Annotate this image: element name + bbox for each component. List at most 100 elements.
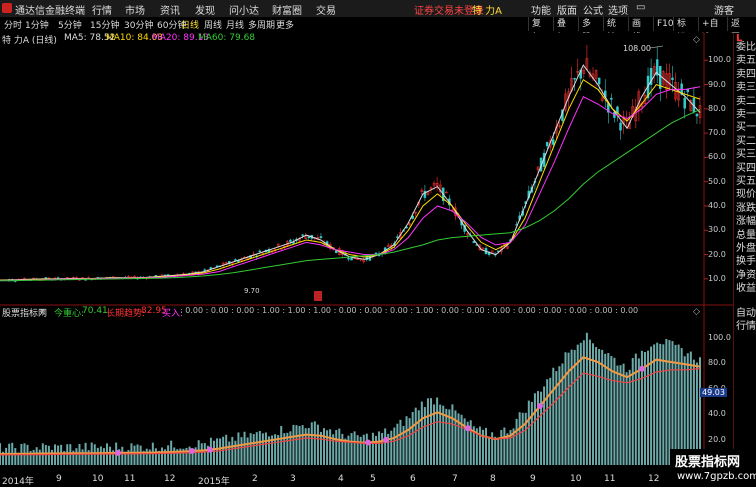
sub-bar <box>536 391 539 465</box>
menu-item-banmian[interactable]: 版面 <box>557 2 577 17</box>
menu-item-gongneng[interactable]: 功能 <box>531 2 551 17</box>
chart-title: 特 力A (日线) <box>2 36 57 46</box>
sub-bar <box>665 338 668 465</box>
sub-bar <box>500 430 503 465</box>
sub-arrow-icon[interactable]: ▾ <box>40 307 45 317</box>
settings-icon[interactable]: ◇ <box>693 35 700 45</box>
x-axis-label: 5 <box>370 474 376 484</box>
x-axis-label: 9 <box>530 474 536 484</box>
sub-bar <box>374 435 377 465</box>
tab-1min[interactable]: 1分钟 <box>25 18 49 31</box>
tab-fenshi[interactable]: 分时 <box>4 18 22 31</box>
main-axis-tick: 50.0 <box>708 176 726 186</box>
menu-item-xuanxiang[interactable]: 选项 <box>608 2 628 17</box>
sub-bar <box>350 433 353 465</box>
side-bottom-label[interactable]: 行情 <box>736 320 756 333</box>
peak-label: 108.00 <box>623 44 651 53</box>
tab-more[interactable]: 更多 <box>276 18 294 31</box>
tab-monthly[interactable]: 月线 <box>226 18 244 31</box>
buy-signal-marker <box>465 425 471 432</box>
sub-bar <box>5 447 8 465</box>
side-bottom-label[interactable]: 自动 <box>736 307 756 320</box>
candle-body <box>472 241 476 243</box>
candle-body <box>683 97 686 109</box>
sub-bar <box>515 418 518 465</box>
tab-daily[interactable]: 日线 <box>181 18 199 31</box>
sub-bar <box>546 379 549 465</box>
side-label: 买四 <box>736 162 756 174</box>
sub-axis-tick: 100.0 <box>708 332 731 342</box>
sub-bar <box>634 353 637 465</box>
sub-bar <box>671 341 674 465</box>
menu-bar: 通达信金融终端 行情 市场 资讯 发现 问小达 财富圈 交易 证券交易未登录 特… <box>0 0 756 18</box>
sub-bar <box>75 448 78 465</box>
sub-bar <box>497 437 500 465</box>
sub-bar <box>295 425 298 465</box>
sub-bar <box>96 447 99 465</box>
tab-30min[interactable]: 30分钟 <box>124 18 153 31</box>
add-favorite-button[interactable]: +自选 <box>698 17 722 43</box>
sub-bar <box>585 332 588 465</box>
menu-item-shichang[interactable]: 市场 <box>125 2 145 17</box>
tab-weekly[interactable]: 周线 <box>204 18 222 31</box>
draw-line-button[interactable]: 画线 <box>628 17 644 43</box>
sub-bar <box>133 445 136 465</box>
ma60-legend: MA60: 79.68 <box>198 33 256 43</box>
sub-bar <box>604 353 607 465</box>
x-axis-label: 8 <box>490 474 496 484</box>
sub-bar <box>454 410 457 465</box>
multi-stock-button[interactable]: 多股 <box>578 17 594 43</box>
sub-bar <box>485 427 488 465</box>
main-axis-tick: 60.0 <box>708 152 726 162</box>
sub-bar <box>518 412 521 465</box>
sub-bar <box>625 372 628 465</box>
buy-signal-marker <box>189 448 195 455</box>
mark-button[interactable]: 标记 <box>673 17 689 43</box>
menu-item-zixun[interactable]: 资讯 <box>160 2 180 17</box>
sub-bar <box>414 407 417 465</box>
x-axis-label: 7 <box>452 474 458 484</box>
main-axis-tick: 10.0 <box>708 273 726 283</box>
sub-bar <box>582 340 585 465</box>
sub-bar <box>200 443 203 465</box>
fuquan-button[interactable]: 复权 <box>528 17 544 43</box>
sub-bar <box>356 435 359 465</box>
tab-multi-period[interactable]: 多周期 <box>248 18 275 31</box>
sub-settings-icon[interactable]: ◇ <box>693 307 700 317</box>
x-axis-label: 2014年 <box>2 477 34 487</box>
sub-bar <box>246 437 249 465</box>
menu-item-jiaoyi[interactable]: 交易 <box>316 2 336 17</box>
menu-item-hangqing[interactable]: 行情 <box>92 2 112 17</box>
sub-axis-tick: 80.0 <box>708 358 726 368</box>
back-button[interactable]: 返回 <box>727 17 743 43</box>
sub-bar <box>436 397 439 465</box>
sub-bar <box>637 358 640 465</box>
menu-item-gongshi[interactable]: 公式 <box>583 2 603 17</box>
sub-bar <box>622 363 625 465</box>
sub-bar <box>543 386 546 465</box>
menu-item-wenxiaoda[interactable]: 问小达 <box>229 2 259 17</box>
candle-body <box>347 258 350 260</box>
user-label[interactable]: 游客 <box>714 2 734 17</box>
sub-bar <box>613 357 616 465</box>
sub-bar <box>203 443 206 465</box>
menu-item-caifuquan[interactable]: 财富圈 <box>272 2 302 17</box>
sub-bar <box>313 421 316 465</box>
minimize-icon[interactable]: ▭ <box>636 2 645 13</box>
sub-bar <box>173 447 176 465</box>
stats-button[interactable]: 统计 <box>603 17 619 43</box>
menu-item-faxian[interactable]: 发现 <box>195 2 215 17</box>
x-axis-label: 11 <box>604 474 616 484</box>
event-marker-icon[interactable] <box>314 291 322 301</box>
x-axis-label: 12 <box>164 474 176 484</box>
tab-15min[interactable]: 15分钟 <box>90 18 119 31</box>
sub-bar <box>14 448 17 465</box>
sub-bar <box>359 436 362 465</box>
kline-chart[interactable]: 108.00 9.70 <box>0 33 733 473</box>
overlay-button[interactable]: 叠加 <box>553 17 569 43</box>
sub-bar <box>552 367 555 465</box>
sub-bar <box>47 445 50 465</box>
sub-bar <box>616 365 619 465</box>
sub-bar <box>628 369 631 465</box>
tab-5min[interactable]: 5分钟 <box>58 18 82 31</box>
